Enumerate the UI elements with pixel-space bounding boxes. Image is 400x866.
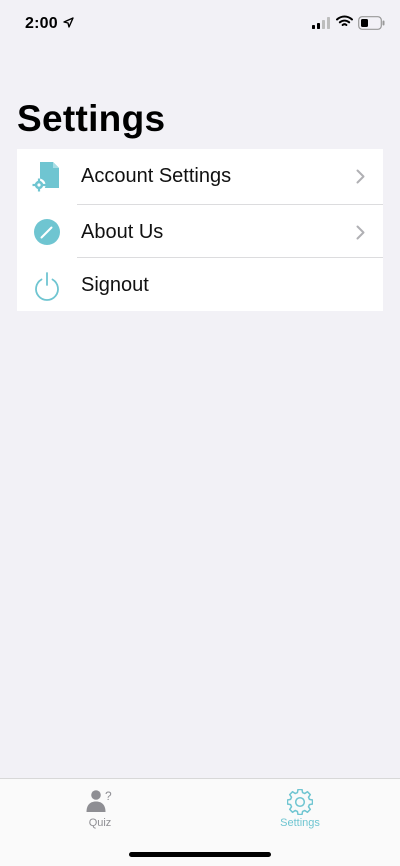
status-time: 2:00 [25,15,58,32]
wifi-icon [336,15,353,26]
battery-icon [358,16,385,30]
home-indicator[interactable] [129,852,271,857]
status-bar: 2:00 [0,0,400,48]
tab-quiz-label: Quiz [88,817,112,829]
svg-text:?: ? [105,789,112,803]
cellular-signal-icon [312,17,330,29]
about-us-label: About Us [81,221,164,243]
signout-row[interactable]: Signout [17,258,383,312]
tab-settings[interactable]: Settings [200,779,400,839]
person-question-icon: ? [86,789,112,812]
account-settings-row[interactable]: Account Settings [17,149,383,203]
chevron-right-icon [356,169,365,184]
location-arrow-icon [63,17,74,28]
account-settings-label: Account Settings [81,165,232,187]
document-gear-icon [32,162,59,192]
tab-settings-label: Settings [280,817,320,829]
tab-quiz[interactable]: ? Quiz [0,779,200,839]
about-us-row[interactable]: About Us [17,205,383,259]
page-title: Settings [17,98,166,139]
chevron-right-icon [356,225,365,240]
settings-list: Account Settings About Us Signout [17,149,383,311]
pencil-circle-icon [34,219,60,245]
gear-icon [287,789,313,815]
signout-label: Signout [81,274,149,296]
power-icon [35,272,59,301]
